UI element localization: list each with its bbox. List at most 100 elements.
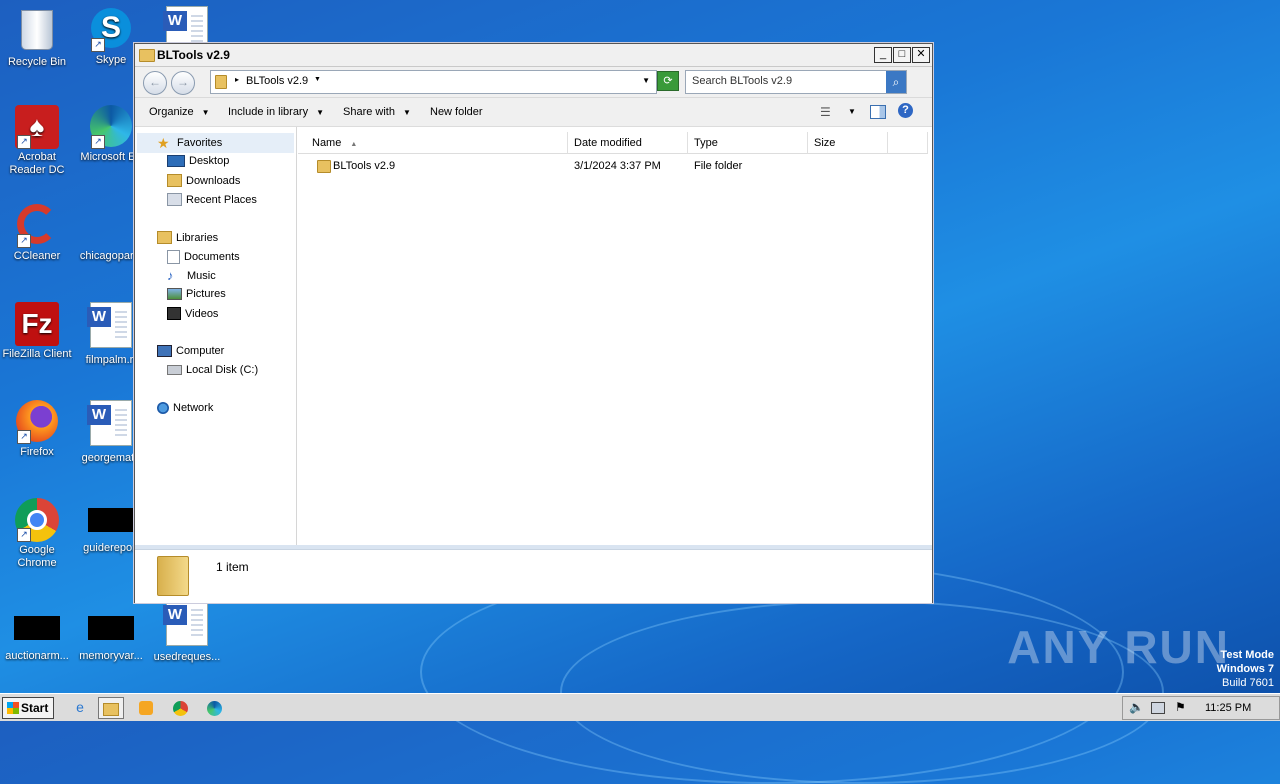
nav-item-favorites[interactable]: ★ Favorites <box>157 136 222 150</box>
back-button[interactable]: ← <box>143 71 167 95</box>
desktop-icon-recycle-bin[interactable]: Recycle Bin <box>0 8 74 69</box>
nav-item-network[interactable]: Network <box>157 402 213 414</box>
folder-icon <box>317 160 331 173</box>
nav-item-recent-places[interactable]: Recent Places <box>167 193 257 206</box>
desktop-icon-auctionarm[interactable]: auctionarm... <box>0 606 74 663</box>
nav-item-music[interactable]: ♪ Music <box>167 269 216 283</box>
search-input[interactable]: Search BLTools v2.9 ⌕ <box>685 70 907 94</box>
maximize-button[interactable]: □ <box>893 47 911 63</box>
media-player-icon[interactable] <box>134 697 158 717</box>
taskbar: Start e 🔈 ⚑ 11:25 PM <box>0 693 1280 721</box>
system-tray: 🔈 ⚑ 11:25 PM <box>1122 696 1280 720</box>
desktop-icon-chrome[interactable]: ↗ Google Chrome <box>0 498 74 570</box>
minimize-button[interactable]: _ <box>874 47 892 63</box>
navigation-pane: ★ Favorites Desktop Downloads Recent Pla… <box>135 127 297 545</box>
breadcrumb-separator-icon: ▸ <box>235 75 240 84</box>
music-icon: ♪ <box>167 268 174 283</box>
explorer-taskbar-icon[interactable] <box>98 697 124 719</box>
word-document-icon: W <box>87 302 132 348</box>
edge-taskbar-icon[interactable] <box>202 697 226 717</box>
chevron-down-icon[interactable]: ▼ <box>848 107 856 116</box>
nav-item-documents[interactable]: Documents <box>167 250 240 264</box>
acrobat-icon: ♠ ↗ <box>15 105 59 149</box>
desktop-icon-label: Google Chrome <box>17 544 57 569</box>
desktop-icon-firefox[interactable]: ↗ Firefox <box>0 400 74 459</box>
desktop-icon-label: Acrobat Reader DC <box>9 151 65 176</box>
blank-file-icon <box>89 204 133 248</box>
file-thumbnail <box>88 616 134 640</box>
desktop-icon-label: usedreques... <box>153 651 221 663</box>
details-pane: 1 item <box>135 549 932 603</box>
desktop-icon-ccleaner[interactable]: ↗ CCleaner <box>0 204 74 263</box>
breadcrumb[interactable]: BLTools v2.9 <box>246 75 308 87</box>
pictures-icon <box>167 288 182 300</box>
sort-ascending-icon: ▲ <box>350 141 358 148</box>
nav-item-desktop[interactable]: Desktop <box>167 155 229 167</box>
internet-explorer-icon[interactable]: e <box>68 697 92 717</box>
star-icon: ★ <box>157 135 170 151</box>
desktop-icon-memoryvar[interactable]: memoryvar... <box>74 606 148 663</box>
forward-button[interactable]: → <box>171 71 195 95</box>
command-bar: Organize ▼ Include in library ▼ Share with… <box>135 98 932 127</box>
window-controls: _ □ ✕ <box>873 47 930 63</box>
volume-icon[interactable]: 🔈 <box>1129 700 1144 714</box>
nav-item-local-disk[interactable]: Local Disk (C:) <box>167 364 258 376</box>
chrome-taskbar-icon[interactable] <box>168 697 192 717</box>
nav-item-videos[interactable]: Videos <box>167 307 218 320</box>
share-with-button[interactable]: Share with ▼ <box>343 106 411 118</box>
libraries-icon <box>157 231 172 244</box>
start-button[interactable]: Start <box>2 697 54 719</box>
chrome-icon: ↗ <box>15 498 59 542</box>
desktop-icon-acrobat[interactable]: ♠ ↗ Acrobat Reader DC <box>0 105 74 177</box>
watermark: ANY RUN <box>1007 621 1230 673</box>
address-dropdown-icon[interactable]: ▼ <box>642 76 650 85</box>
search-icon[interactable]: ⌕ <box>886 71 906 93</box>
column-header-date-modified[interactable]: Date modified <box>568 132 688 154</box>
desktop-icon-usedreques[interactable]: W usedreques... <box>150 600 224 664</box>
ccleaner-icon: ↗ <box>15 204 59 248</box>
column-header-size[interactable]: Size <box>808 132 888 154</box>
nav-item-libraries[interactable]: Libraries <box>157 231 218 244</box>
address-bar[interactable]: ▸ BLTools v2.9 ▼ ▼ <box>210 70 657 94</box>
new-folder-button[interactable]: New folder <box>430 106 483 118</box>
file-thumbnail <box>88 508 134 532</box>
preview-pane-icon[interactable] <box>870 105 886 119</box>
explorer-window[interactable]: BLTools v2.9 _ □ ✕ ← → ▸ BLTools v2.9 ▼ … <box>134 43 933 603</box>
word-document-icon: W <box>87 400 132 446</box>
desktop-icon-label: Firefox <box>20 446 54 458</box>
nav-item-downloads[interactable]: Downloads <box>167 174 240 187</box>
search-placeholder: Search BLTools v2.9 <box>692 75 793 87</box>
flag-icon[interactable]: ⚑ <box>1175 700 1186 714</box>
close-button[interactable]: ✕ <box>912 47 930 63</box>
view-options-icon[interactable]: ☰ <box>820 105 831 119</box>
recycle-bin-icon <box>15 10 59 54</box>
word-document-icon: W <box>163 600 208 646</box>
test-mode-text: Test Mode Windows 7 Build 7601 <box>1216 649 1274 689</box>
clock[interactable]: 11:25 PM <box>1205 702 1251 714</box>
help-icon[interactable]: ? <box>898 103 913 118</box>
column-header-type[interactable]: Type <box>688 132 808 154</box>
organize-button[interactable]: Organize ▼ <box>149 106 210 118</box>
computer-icon <box>157 345 172 357</box>
downloads-icon <box>167 174 182 187</box>
nav-item-pictures[interactable]: Pictures <box>167 288 226 300</box>
network-tray-icon[interactable] <box>1151 702 1165 714</box>
folder-icon <box>215 75 227 89</box>
filezilla-icon: Fz <box>15 302 59 346</box>
edge-icon: ↗ <box>89 105 133 149</box>
table-row[interactable]: BLTools v2.9 3/1/2024 3:37 PM File folde… <box>298 156 898 176</box>
column-header-name[interactable]: Name ▲ <box>298 132 568 154</box>
desktop-icon-label: memoryvar... <box>79 650 143 662</box>
skype-icon: S ↗ <box>89 8 133 52</box>
windows-logo-icon <box>7 702 19 714</box>
nav-item-computer[interactable]: Computer <box>157 345 224 357</box>
folder-icon <box>139 49 155 62</box>
file-list[interactable]: Name ▲ Date modified Type Size BLTools v… <box>298 127 930 545</box>
drive-icon <box>167 365 182 375</box>
documents-icon <box>167 250 180 264</box>
window-title: BLTools v2.9 <box>157 48 230 62</box>
title-bar[interactable]: BLTools v2.9 _ □ ✕ <box>135 44 932 67</box>
include-in-library-button[interactable]: Include in library ▼ <box>228 106 324 118</box>
desktop-icon-filezilla[interactable]: Fz FileZilla Client <box>0 302 74 361</box>
refresh-button[interactable]: ⟳ <box>657 71 679 91</box>
